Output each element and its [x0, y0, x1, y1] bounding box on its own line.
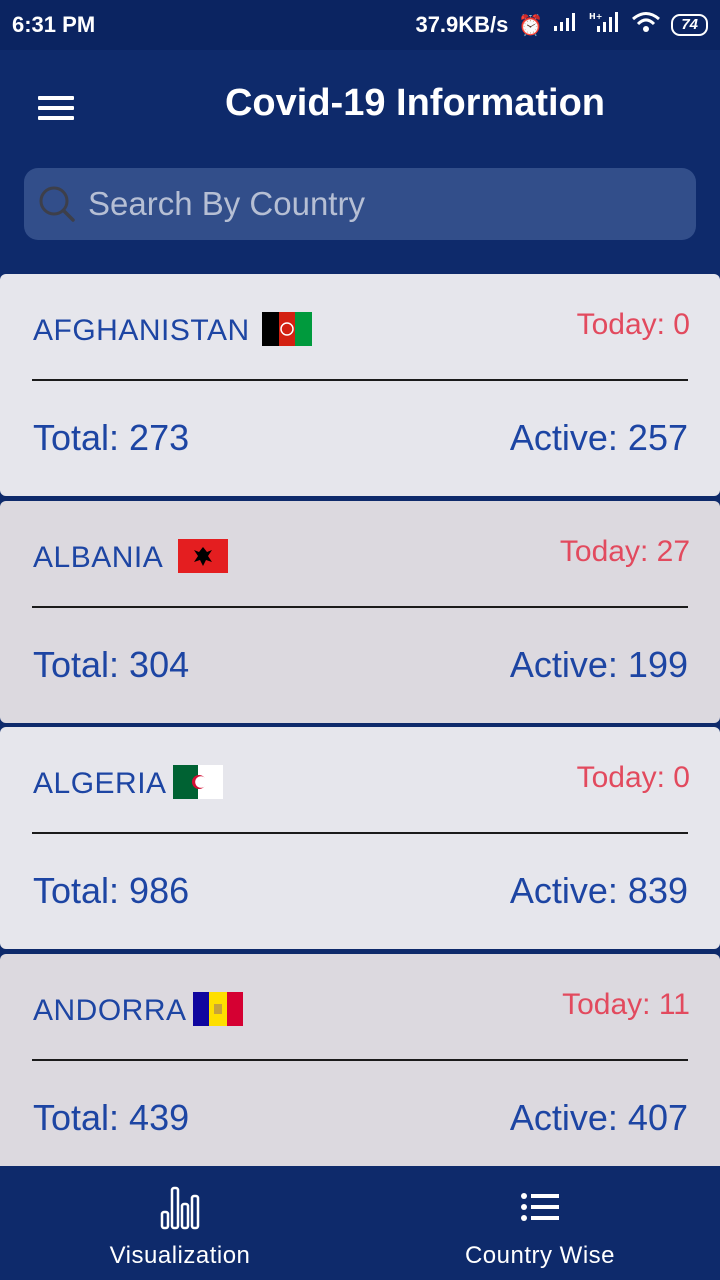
today-count: Today: 11 — [562, 988, 690, 1021]
bar-chart-icon — [160, 1186, 200, 1230]
country-card-andorra[interactable]: ANDORRA Today: 11 Total: 439 Active: 407 — [0, 954, 720, 1176]
nav-label: Country Wise — [464, 1242, 616, 1269]
bottom-navigation: Visualization Country Wise — [0, 1166, 720, 1280]
country-card-albania[interactable]: ALBANIA Today: 27 Total: 304 Active: 199 — [0, 501, 720, 723]
country-card-algeria[interactable]: ALGERIA Today: 0 Total: 986 Active: 839 — [0, 727, 720, 949]
albania-flag — [178, 539, 228, 573]
search-icon — [39, 186, 75, 222]
country-name: ANDORRA — [33, 994, 187, 1027]
total-count: Total: 273 — [33, 417, 190, 458]
divider — [32, 606, 688, 608]
svg-text:H+: H+ — [589, 12, 602, 21]
today-count: Today: 0 — [576, 308, 690, 341]
app-bar: Covid-19 Information — [0, 50, 720, 160]
divider — [32, 379, 688, 381]
active-count: Active: 257 — [509, 417, 688, 458]
page-title: Covid-19 Information — [224, 82, 606, 124]
nav-visualization[interactable]: Visualization — [0, 1166, 360, 1280]
today-count: Today: 27 — [559, 535, 690, 568]
total-count: Total: 439 — [33, 1097, 190, 1138]
wifi-icon — [631, 11, 661, 39]
active-count: Active: 199 — [509, 644, 688, 685]
signal-icon — [553, 12, 579, 38]
divider — [32, 1059, 688, 1061]
signal-h-plus-icon: H+ — [589, 11, 621, 39]
network-speed: 37.9KB/s — [415, 12, 509, 37]
country-name: AFGHANISTAN — [33, 314, 250, 347]
search-bar[interactable] — [24, 168, 696, 240]
algeria-flag — [173, 765, 223, 799]
list-icon — [521, 1193, 559, 1221]
battery-icon: 74 — [671, 14, 708, 36]
alarm-icon: ⏰ — [518, 14, 544, 37]
country-card-afghanistan[interactable]: AFGHANISTAN Today: 0 Total: 273 Active: … — [0, 274, 720, 496]
hamburger-menu-icon[interactable] — [38, 96, 74, 120]
divider — [32, 832, 688, 834]
total-count: Total: 986 — [33, 870, 190, 911]
afghanistan-flag — [262, 312, 312, 346]
search-input[interactable] — [86, 173, 696, 235]
status-time: 6:31 PM — [12, 12, 96, 37]
country-name: ALGERIA — [33, 767, 167, 800]
active-count: Active: 407 — [509, 1097, 688, 1138]
status-icons: 37.9KB/s ⏰ H+ 74 — [415, 11, 708, 39]
status-bar: 6:31 PM 37.9KB/s ⏰ H+ 74 — [0, 0, 720, 50]
active-count: Active: 839 — [509, 870, 688, 911]
total-count: Total: 304 — [33, 644, 190, 685]
andorra-flag — [193, 992, 243, 1026]
nav-country-wise[interactable]: Country Wise — [360, 1166, 720, 1280]
country-name: ALBANIA — [33, 541, 164, 574]
nav-label: Visualization — [109, 1242, 251, 1269]
today-count: Today: 0 — [576, 761, 690, 794]
